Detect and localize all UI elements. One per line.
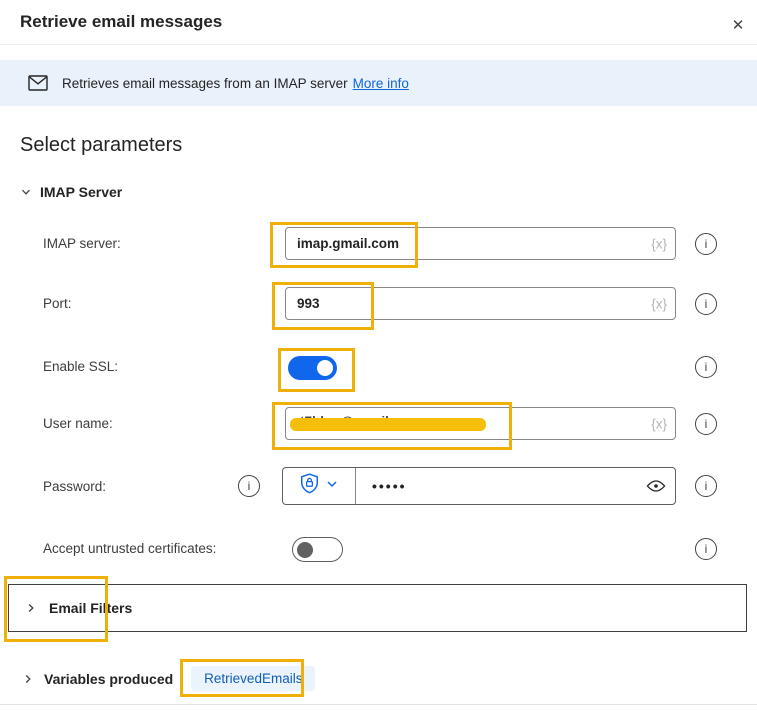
envelope-icon <box>28 75 48 91</box>
close-icon[interactable]: ✕ <box>726 13 750 37</box>
imap-server-value: imap.gmail.com <box>297 236 400 251</box>
header-divider <box>0 44 757 45</box>
shield-lock-icon <box>300 473 319 499</box>
imap-server-info-icon[interactable]: i <box>695 233 717 255</box>
variables-produced-label: Variables produced <box>44 670 174 687</box>
password-pre-info-icon[interactable]: i <box>238 475 260 497</box>
bottom-divider <box>0 704 757 705</box>
banner-text: Retrieves email messages from an IMAP se… <box>62 75 348 91</box>
chevron-down-icon <box>326 477 338 495</box>
chevron-right-icon[interactable] <box>22 673 34 685</box>
email-filters-label: Email Filters <box>49 600 133 616</box>
port-label: Port: <box>43 296 72 311</box>
enable-ssl-info-icon[interactable]: i <box>695 356 717 378</box>
imap-server-input[interactable]: imap.gmail.com {x} <box>285 227 676 260</box>
dialog-title: Retrieve email messages <box>20 12 223 31</box>
port-input[interactable]: 993 {x} <box>285 287 676 320</box>
email-filters-section-header[interactable]: Email Filters <box>8 584 747 632</box>
toggle-knob <box>297 541 313 558</box>
user-name-info-icon[interactable]: i <box>695 413 717 435</box>
variable-picker-icon[interactable]: {x} <box>651 416 667 431</box>
eye-icon[interactable] <box>646 479 666 493</box>
accept-untrusted-label: Accept untrusted certificates: <box>43 541 217 556</box>
redaction-bar <box>290 418 486 431</box>
variables-produced-row: Variables produced RetrievedEmails <box>22 666 316 691</box>
toggle-knob <box>317 360 333 376</box>
accept-untrusted-info-icon[interactable]: i <box>695 538 717 560</box>
user-name-label: User name: <box>43 416 113 431</box>
port-info-icon[interactable]: i <box>695 293 717 315</box>
password-type-dropdown[interactable] <box>283 468 356 504</box>
more-info-link[interactable]: More info <box>353 76 409 91</box>
enable-ssl-label: Enable SSL: <box>43 359 119 374</box>
chevron-right-icon <box>25 602 37 614</box>
chevron-down-icon <box>20 186 32 198</box>
retrieve-email-dialog: Retrieve email messages ✕ Retrieves emai… <box>0 0 757 711</box>
password-info-icon[interactable]: i <box>695 475 717 497</box>
variable-picker-icon[interactable]: {x} <box>651 296 667 311</box>
password-masked-value: ••••• <box>372 478 407 494</box>
accept-untrusted-toggle[interactable] <box>292 537 343 562</box>
variable-picker-icon[interactable]: {x} <box>651 236 667 251</box>
produced-variable-pill[interactable]: RetrievedEmails <box>191 666 316 691</box>
enable-ssl-toggle[interactable] <box>288 356 337 380</box>
info-banner: Retrieves email messages from an IMAP se… <box>0 60 757 106</box>
password-input[interactable]: ••••• <box>282 467 676 505</box>
port-value: 993 <box>297 296 320 311</box>
password-label: Password: <box>43 479 107 494</box>
imap-server-label: IMAP server: <box>43 236 121 251</box>
imap-server-section-header[interactable]: IMAP Server <box>20 184 122 200</box>
select-parameters-heading: Select parameters <box>20 134 183 156</box>
imap-server-section-label: IMAP Server <box>40 184 123 200</box>
